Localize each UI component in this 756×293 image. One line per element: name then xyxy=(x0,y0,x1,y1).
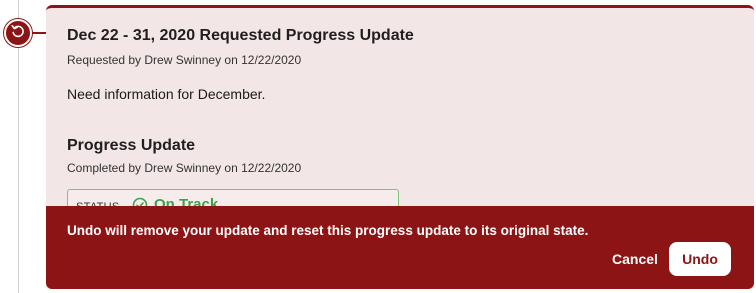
timeline-node xyxy=(4,19,32,47)
activity-stage: Dec 22 - 31, 2020 Requested Progress Upd… xyxy=(0,0,756,293)
cancel-button[interactable]: Cancel xyxy=(612,251,658,267)
undo-confirm-bar: Undo will remove your update and reset t… xyxy=(46,206,754,289)
request-title: Dec 22 - 31, 2020 Requested Progress Upd… xyxy=(67,27,414,44)
request-note: Need information for December. xyxy=(67,86,266,102)
undo-confirm-message: Undo will remove your update and reset t… xyxy=(67,223,589,238)
completed-by-text: Completed by Drew Swinney on 12/22/2020 xyxy=(67,161,302,175)
timeline-connector xyxy=(32,32,46,34)
requested-by-text: Requested by Drew Swinney on 12/22/2020 xyxy=(67,53,302,67)
progress-request-card: Dec 22 - 31, 2020 Requested Progress Upd… xyxy=(46,5,754,289)
undo-icon xyxy=(10,23,26,44)
undo-button[interactable]: Undo xyxy=(669,242,731,276)
progress-update-title: Progress Update xyxy=(67,137,196,154)
